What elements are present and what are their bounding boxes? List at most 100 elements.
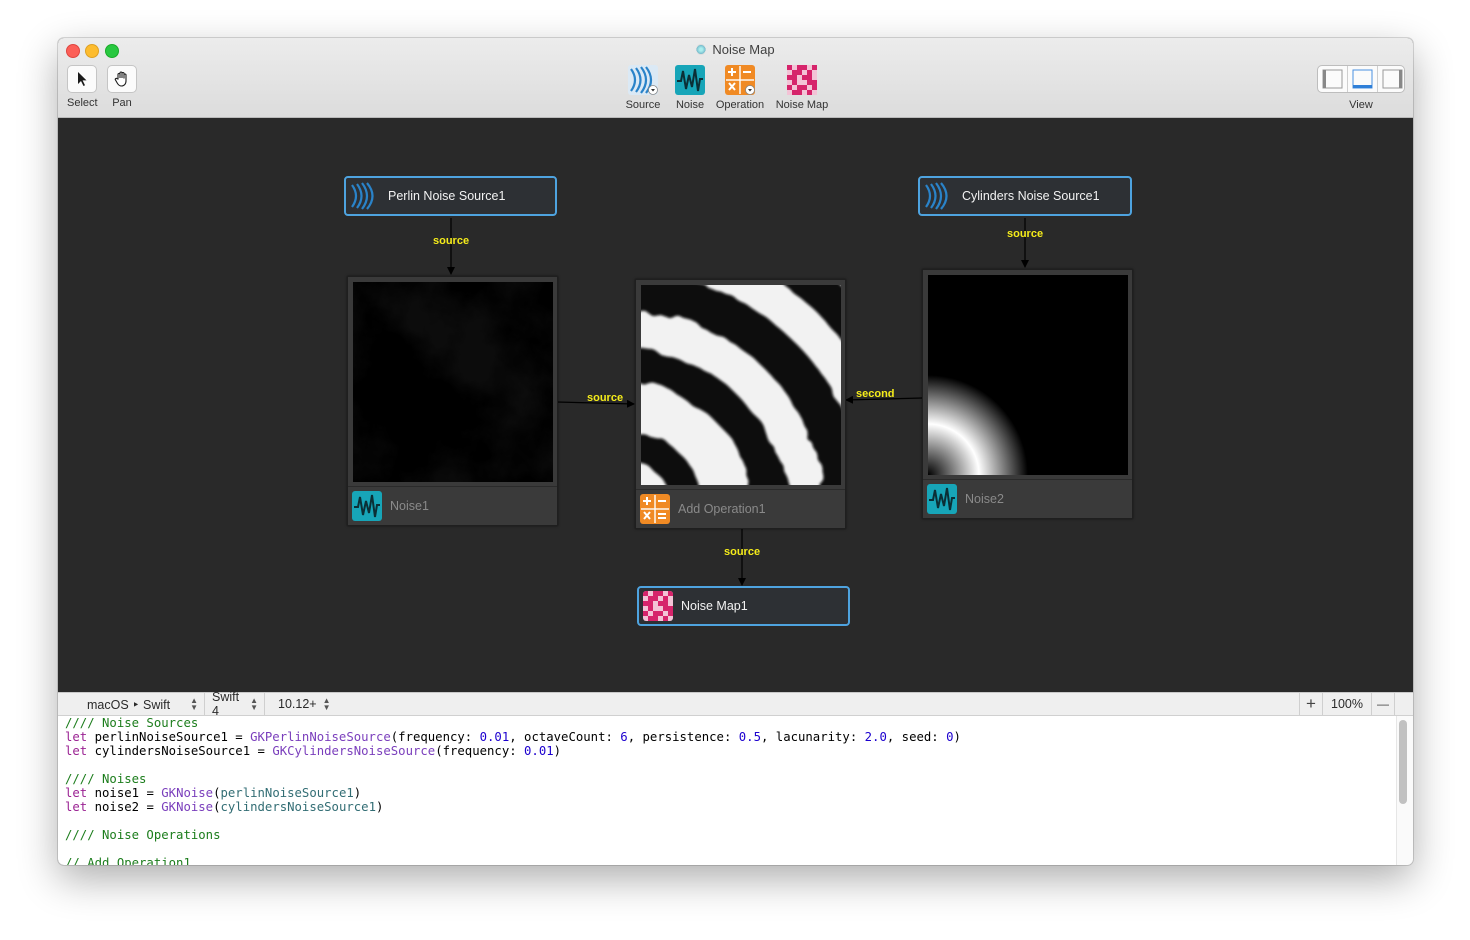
code-token: (frequency: <box>435 744 525 758</box>
operation-label: Operation <box>715 99 765 111</box>
toggle-right-panel-button[interactable] <box>1378 66 1404 92</box>
code-token: 0.01 <box>524 744 554 758</box>
os-version-value: 10.12+ <box>278 697 317 711</box>
code-line: //// Noises <box>65 772 147 786</box>
platform-value: macOS ‣ Swift <box>86 697 171 712</box>
noise-map-icon <box>787 65 817 95</box>
toggle-left-panel-button[interactable] <box>1318 66 1348 92</box>
perlin-noise-preview <box>353 282 553 482</box>
window-title-text: Noise Map <box>712 42 775 57</box>
code-token: let <box>65 786 88 800</box>
add-noise-map-button[interactable]: Noise Map <box>772 65 832 111</box>
code-token: let <box>65 744 88 758</box>
popup-arrows-icon: ▲ ▼ <box>322 696 331 712</box>
code-token: GKNoise <box>161 786 214 800</box>
swift-version-popup[interactable]: Swift 4 ▲ ▼ <box>206 690 265 718</box>
node-title: Cylinders Noise Source1 <box>962 189 1100 203</box>
add-operation-button[interactable]: Operation <box>712 65 768 111</box>
code-line: //// Noise Operations <box>65 828 221 842</box>
editor-scroll-track[interactable] <box>1396 716 1413 865</box>
code-token: , persistence: <box>627 730 739 744</box>
node-title: Noise2 <box>965 492 1004 506</box>
pan-tool[interactable]: Pan <box>107 65 137 109</box>
swift-version-value: Swift 4 <box>212 690 240 718</box>
view-label: View <box>1349 99 1373 111</box>
code-token: perlinNoiseSource1 = <box>87 730 251 744</box>
code-text[interactable]: //// Noise Sources let perlinNoiseSource… <box>65 716 961 865</box>
code-token: , seed: <box>886 730 947 744</box>
code-line: let noise2 = GKNoise(cylindersNoiseSourc… <box>65 800 961 814</box>
document-icon <box>696 44 707 55</box>
pan-tool-button[interactable] <box>107 65 137 93</box>
code-token: noise1 = <box>87 786 162 800</box>
node-footer: Add Operation1 <box>636 489 845 528</box>
editor-status-bar: macOS ‣ Swift ▲ ▼ Swift 4 ▲ ▼ 10.12+ ▲ ▼ + … <box>58 690 1413 718</box>
window-title: Noise Map <box>58 42 1413 57</box>
noise-label: Noise <box>675 99 705 111</box>
code-token: ( <box>213 786 221 800</box>
toggle-bottom-panel-button[interactable] <box>1348 66 1378 92</box>
code-line: let cylindersNoiseSource1 = GKCylindersN… <box>65 744 961 758</box>
perlin-noise-source-node[interactable]: Perlin Noise Source1 <box>344 176 557 216</box>
editor-scrollbar-thumb[interactable] <box>1399 720 1407 804</box>
edge-label-noise2-second: second <box>856 388 895 400</box>
node-graph-canvas[interactable]: Perlin Noise Source1 Cylinders Noise Sou… <box>58 118 1413 692</box>
code-token: cylindersNoiseSource1 <box>220 800 376 814</box>
code-token: 0 <box>946 730 954 744</box>
arrow-cursor-icon <box>78 72 87 86</box>
select-tool-button[interactable] <box>67 65 98 93</box>
title-bar: Noise Map Select Pan Source Noise Operat… <box>58 38 1413 118</box>
noise-map-node[interactable]: Noise Map1 <box>637 586 850 626</box>
code-token: ) <box>375 800 384 814</box>
select-tool[interactable]: Select <box>67 65 98 109</box>
app-window: Noise Map Select Pan Source Noise Operat… <box>58 38 1413 865</box>
node-footer: Noise2 <box>923 479 1132 518</box>
code-line: //// Noise Sources <box>65 716 199 730</box>
code-token: ( <box>213 800 221 814</box>
code-token: , lacunarity: <box>760 730 865 744</box>
code-token: ) <box>953 730 961 744</box>
edge-label-cylinders-source: source <box>1007 228 1044 240</box>
add-source-button[interactable]: Source <box>623 65 663 111</box>
edge-label-add-source: source <box>724 546 761 558</box>
node-footer: Noise1 <box>348 486 557 525</box>
add-operation-node[interactable]: Add Operation1 <box>635 279 846 529</box>
noise-map-label: Noise Map <box>775 99 829 111</box>
zoom-out-button[interactable]: — <box>1371 693 1395 715</box>
popup-arrows-icon: ▲ ▼ <box>190 696 198 712</box>
code-token: GKCylindersNoiseSource <box>272 744 436 758</box>
popup-arrows-icon: ▲ ▼ <box>250 696 258 712</box>
zoom-in-button[interactable]: + <box>1299 693 1322 715</box>
view-segmented-control <box>1317 65 1405 93</box>
select-tool-label: Select <box>67 97 98 109</box>
hand-icon <box>114 71 127 87</box>
add-noise-button[interactable]: Noise <box>672 65 708 111</box>
code-token: cylindersNoiseSource1 = <box>87 744 273 758</box>
code-token: noise2 = <box>87 800 162 814</box>
code-token: 0.01 <box>479 730 510 744</box>
code-token: perlinNoiseSource1 <box>220 786 354 800</box>
code-token: ) <box>553 744 562 758</box>
code-editor[interactable]: //// Noise Sources let perlinNoiseSource… <box>58 716 1413 865</box>
noise-map-icon <box>643 591 673 621</box>
code-line: let perlinNoiseSource1 = GKPerlinNoiseSo… <box>65 730 961 744</box>
platform-popup[interactable]: macOS ‣ Swift ▲ ▼ <box>58 693 205 715</box>
source-icon <box>350 181 380 211</box>
code-token: 6 <box>620 730 628 744</box>
source-label: Source <box>625 99 661 111</box>
os-version-popup[interactable]: 10.12+ ▲ ▼ <box>272 693 336 715</box>
noise1-node[interactable]: Noise1 <box>347 276 558 526</box>
left-panel-icon <box>1322 69 1343 89</box>
pan-tool-label: Pan <box>112 97 132 109</box>
cylinders-noise-source-node[interactable]: Cylinders Noise Source1 <box>918 176 1132 216</box>
noise-icon <box>675 65 705 95</box>
code-token: GKNoise <box>161 800 214 814</box>
edge-label-noise1-source: source <box>587 392 624 404</box>
code-token: 2.0 <box>864 730 887 744</box>
node-title: Noise Map1 <box>681 599 748 613</box>
code-token: ) <box>353 786 362 800</box>
noise2-node[interactable]: Noise2 <box>922 269 1133 519</box>
